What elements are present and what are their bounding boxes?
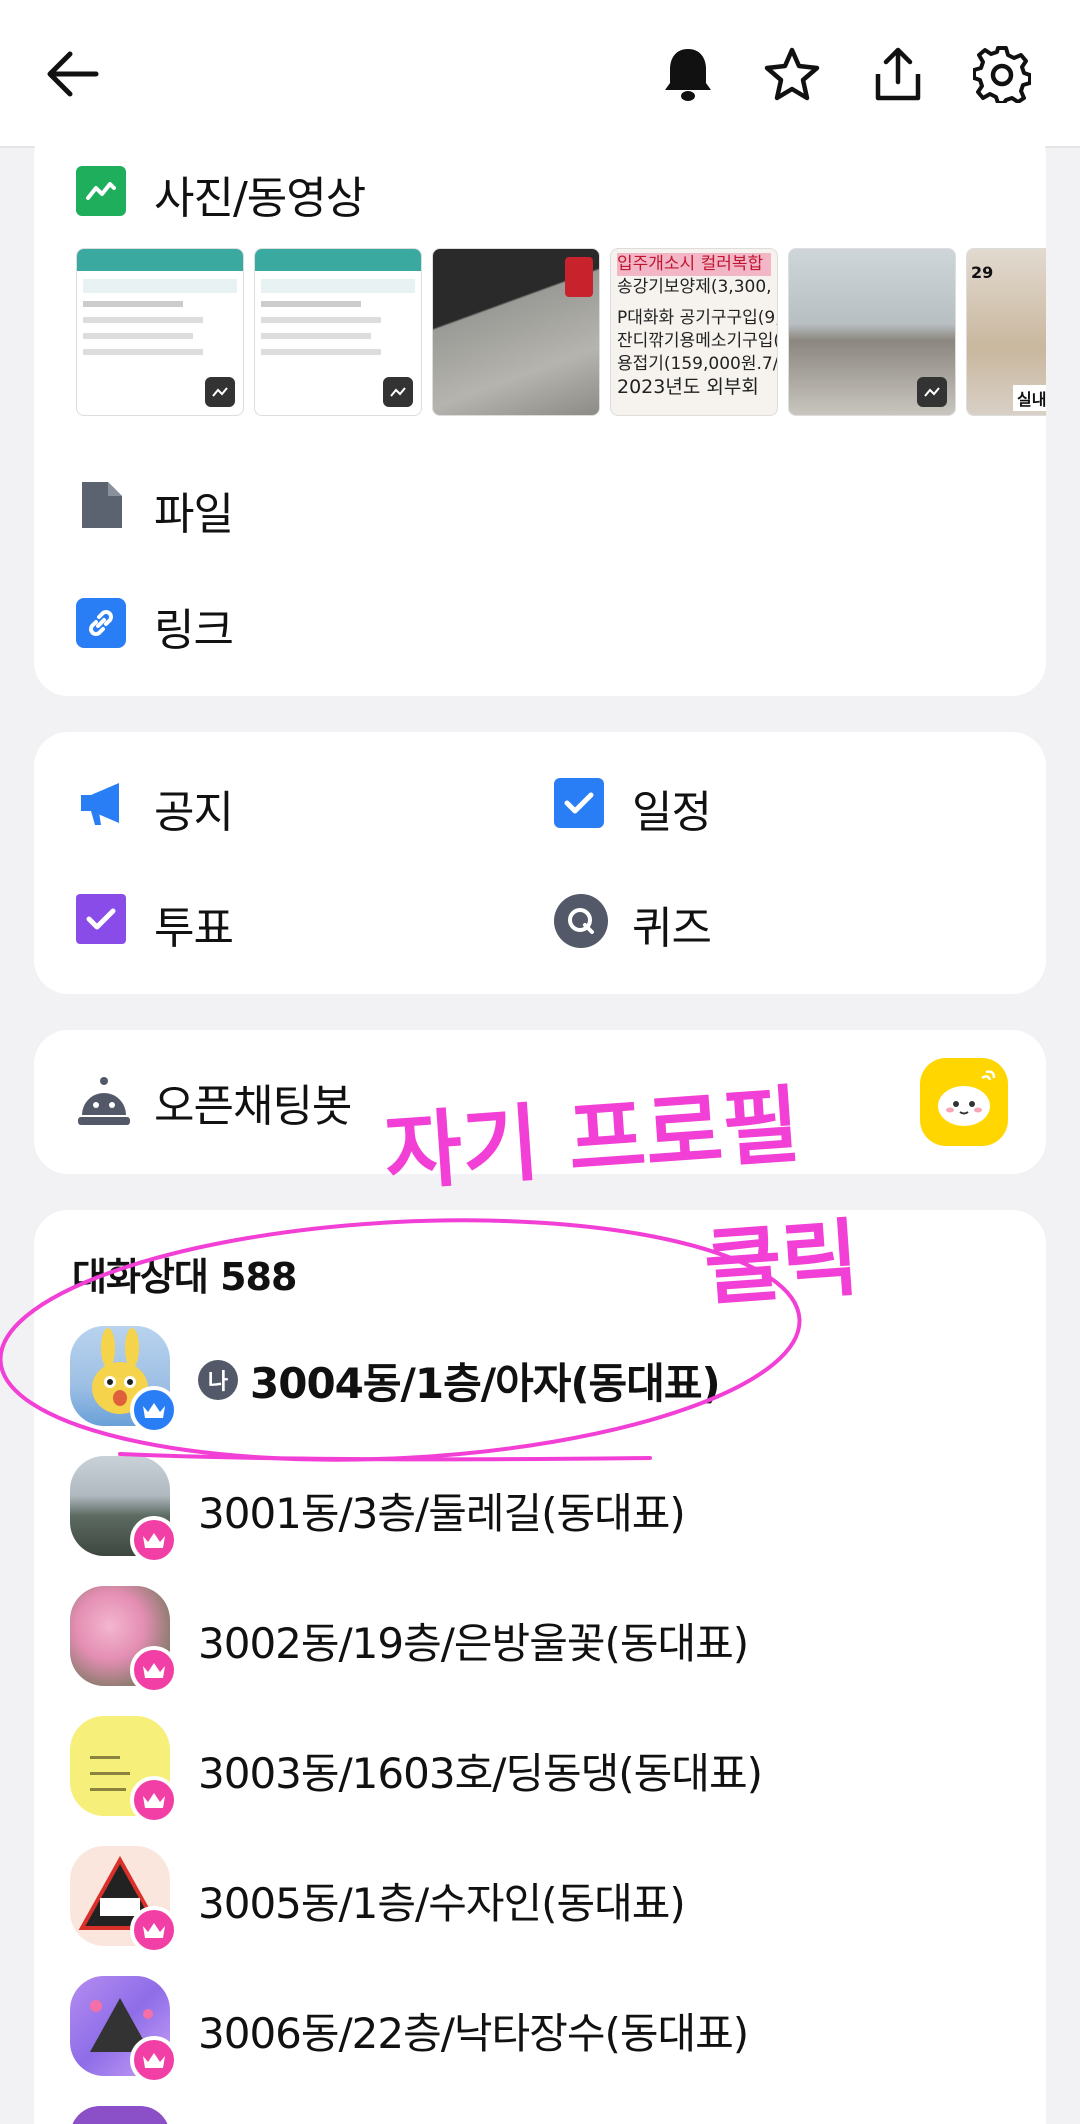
image-badge-icon: [205, 377, 235, 407]
member-row[interactable]: 3005동/1층/수자인(동대표): [70, 1846, 1030, 1956]
megaphone-icon: [76, 778, 126, 828]
vote-check-icon: [76, 894, 126, 944]
thumb-text: P대화화 공기구구입(9,9: [617, 308, 778, 328]
member-row[interactable]: 3006동/22층/낙타장수(동대표): [70, 1976, 1030, 2086]
thumb-text: 입주개소시 컬러복합: [617, 253, 771, 276]
thumb-text: 2023년도 외부회: [617, 376, 759, 398]
calendar-check-icon: [554, 778, 604, 828]
media-thumbnails: 입주개소시 컬러복합 송강기보양제(3,300, P대화화 공기구구입(9,9 …: [40, 248, 1046, 416]
open-chat-bot-label[interactable]: 오픈채팅봇: [154, 1070, 352, 1134]
annotation-text: 클릭: [701, 1208, 863, 1318]
quiz-label[interactable]: 퀴즈: [632, 892, 712, 956]
crown-icon: [130, 1776, 178, 1824]
link-icon: [76, 598, 126, 648]
annotation-circle: [0, 1218, 802, 1462]
media-thumb[interactable]: 29 실내: [966, 248, 1046, 416]
thumb-text: 실내: [1013, 385, 1046, 411]
thumb-text: 잔디깎기용메소기구입(: [617, 331, 778, 351]
vote-label[interactable]: 투표: [154, 892, 234, 956]
thumb-text: 송강기보양제(3,300,: [617, 277, 772, 297]
media-thumb[interactable]: 입주개소시 컬러복합 송강기보양제(3,300, P대화화 공기구구입(9,9 …: [610, 248, 778, 416]
media-thumb[interactable]: [254, 248, 422, 416]
links-label[interactable]: 링크: [154, 594, 234, 658]
schedule-label[interactable]: 일정: [632, 776, 712, 840]
bell-icon[interactable]: [656, 42, 720, 106]
member-name: 3003동/1603호/딩동댕(동대표): [198, 1749, 763, 1798]
quiz-icon: [554, 894, 608, 948]
thumb-text: 용접기(159,000원.7/24: [617, 354, 778, 374]
crown-icon: [130, 1646, 178, 1694]
share-icon[interactable]: [866, 42, 930, 106]
files-label[interactable]: 파일: [154, 478, 234, 542]
thumb-text: 29: [971, 263, 994, 282]
member-row[interactable]: 3003동/1603호/딩동댕(동대표): [70, 1716, 1030, 1826]
image-badge-icon: [383, 377, 413, 407]
member-name: 3005동/1층/수자인(동대표): [198, 1879, 686, 1928]
crown-icon: [130, 1906, 178, 1954]
media-thumb[interactable]: [432, 248, 600, 416]
star-icon[interactable]: [760, 42, 824, 106]
member-name: 3006동/22층/낙타장수(동대표): [198, 2009, 749, 2058]
photos-videos-label[interactable]: 사진/동영상: [154, 162, 366, 226]
member-row[interactable]: 3002동/19층/은방울꽃(동대표): [70, 1586, 1030, 1696]
media-thumb[interactable]: [76, 248, 244, 416]
back-arrow-icon[interactable]: [40, 42, 104, 106]
media-thumb[interactable]: [788, 248, 956, 416]
bot-bell-icon: [76, 1074, 132, 1130]
crown-icon: [130, 1516, 178, 1564]
photo-video-icon: [76, 166, 126, 216]
notice-label[interactable]: 공지: [154, 776, 234, 840]
member-name: 3002동/19층/은방울꽃(동대표): [198, 1619, 749, 1668]
crown-icon: [130, 2036, 178, 2084]
image-badge-icon: [917, 377, 947, 407]
chatbot-face-icon[interactable]: [920, 1058, 1008, 1146]
file-icon: [76, 480, 126, 530]
gear-icon[interactable]: [970, 42, 1034, 106]
